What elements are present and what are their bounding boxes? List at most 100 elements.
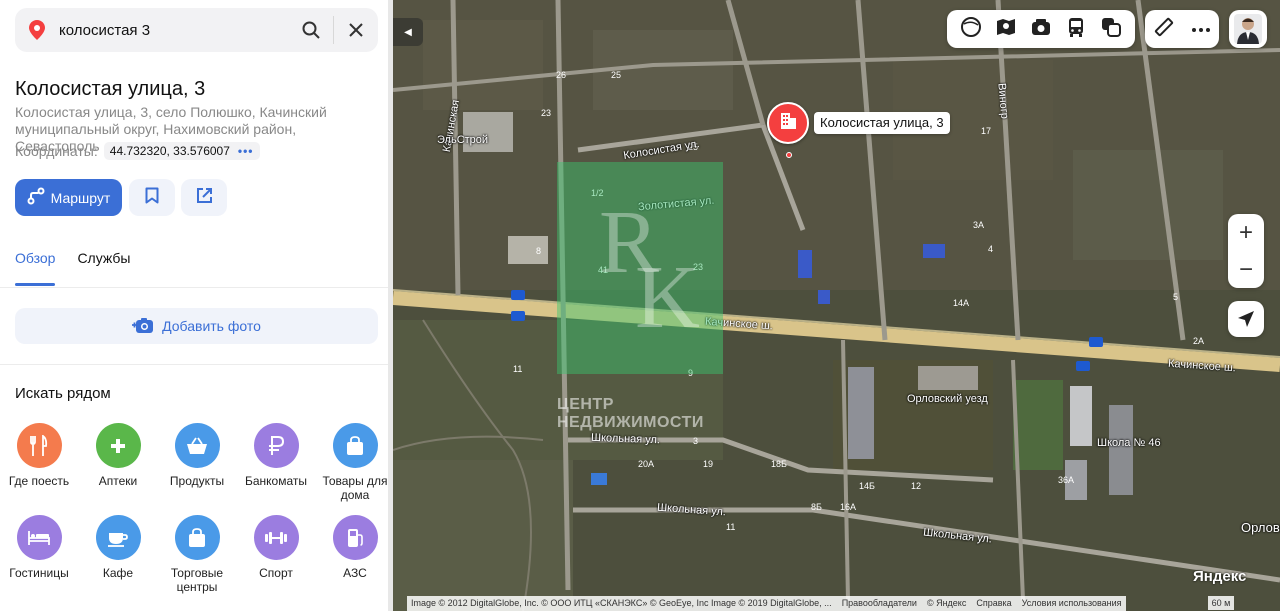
svg-text:23: 23 [541, 108, 551, 118]
place-marker[interactable] [767, 102, 809, 144]
fork-knife-icon [16, 423, 62, 468]
collapse-panel-button[interactable]: ◀ [393, 18, 423, 46]
route-button[interactable]: Маршрут [15, 179, 122, 216]
svg-text:5: 5 [1173, 292, 1178, 302]
marker-point [786, 152, 792, 158]
share-button[interactable] [181, 179, 227, 216]
my-location-button[interactable] [1228, 301, 1264, 337]
nearby-category-label: Торговые центры [170, 566, 224, 594]
terms-link[interactable]: Условия использования [1022, 596, 1122, 611]
svg-text:19: 19 [703, 459, 713, 469]
search-icon[interactable] [289, 8, 333, 52]
svg-text:36А: 36А [1058, 475, 1074, 485]
imagery-credit: Image © 2012 DigitalGlobe, Inc. © ООО ИТ… [411, 598, 832, 608]
nearby-category-label: Гостиницы [9, 566, 69, 580]
map-view[interactable]: 26 25 23 25 17 11 9 8 1/2 41 23 14А 3 20А 19 18Б 14… [393, 0, 1280, 611]
svg-text:17: 17 [981, 126, 991, 136]
nearby-category-label: Спорт [259, 566, 293, 580]
coordinates-value: 44.732320, 33.576007 [109, 144, 230, 158]
satellite-map-icon[interactable] [995, 16, 1017, 43]
search-box[interactable]: колосистая 3 [15, 8, 378, 52]
nearby-category-home-goods[interactable]: Товары для дома [317, 423, 393, 502]
place-label: Орловк [1241, 520, 1280, 535]
nearby-category-groceries[interactable]: Продукты [159, 423, 235, 488]
scale-bar: 60 м [1208, 596, 1234, 610]
svg-text:26: 26 [556, 70, 566, 80]
svg-text:16А: 16А [840, 502, 856, 512]
svg-text:11: 11 [513, 364, 522, 374]
chevron-left-icon: ◀ [404, 26, 412, 38]
svg-text:11: 11 [726, 522, 735, 532]
more-dots-icon[interactable] [1191, 20, 1211, 38]
nearby-category-sport[interactable]: Спорт [238, 515, 314, 580]
yandex-logo: Яндекс [1193, 568, 1247, 585]
svg-text:14Б: 14Б [859, 481, 875, 491]
pharmacy-cross-icon [95, 423, 141, 468]
tab-services[interactable]: Службы [77, 250, 130, 274]
bed-icon [16, 515, 62, 560]
nearby-category-atm[interactable]: Банкоматы [238, 423, 314, 488]
map-layers-bar [947, 10, 1135, 48]
tab-overview[interactable]: Обзор [15, 250, 56, 286]
help-link[interactable]: Справка [976, 596, 1011, 611]
svg-text:8: 8 [536, 246, 541, 256]
coordinates-row: Координаты: 44.732320, 33.576007 ••• [15, 142, 260, 160]
close-icon[interactable] [334, 8, 378, 52]
zoom-control: + − [1228, 214, 1264, 288]
satellite-imagery: 26 2523 251711 981/2 41 2314А 320А 19 18Б14… [393, 0, 1280, 611]
dumbbell-icon [253, 515, 299, 560]
nearby-title: Искать рядом [15, 385, 111, 402]
place-title: Колосистая улица, 3 [15, 78, 206, 100]
svg-text:18Б: 18Б [771, 459, 787, 469]
coordinates-chip[interactable]: 44.732320, 33.576007 ••• [103, 142, 260, 160]
nearby-category-hotels[interactable]: Гостиницы [1, 515, 77, 580]
nearby-category-pharmacy[interactable]: Аптеки [80, 423, 156, 488]
nearby-category-label: Банкоматы [244, 474, 307, 488]
svg-text:K: K [635, 248, 700, 347]
yandex-copyright: © Яндекс [926, 598, 967, 608]
coordinates-label: Координаты: [15, 143, 98, 159]
zoom-out-button[interactable]: − [1239, 256, 1253, 284]
watermark-text: ЦЕНТР НЕДВИЖИМОСТИ [557, 396, 704, 431]
bookmark-button[interactable] [129, 179, 175, 216]
bookmark-icon [145, 187, 159, 209]
building-icon [778, 111, 798, 136]
poi-elstroy[interactable]: ЭльСтрой [437, 134, 488, 146]
traffic-icon[interactable] [1100, 16, 1122, 43]
ruble-icon [253, 423, 299, 468]
route-icon [27, 187, 45, 208]
map-layers-icon[interactable] [960, 16, 982, 43]
shopping-bag-icon [332, 423, 378, 468]
user-avatar[interactable] [1229, 10, 1267, 48]
navigation-arrow-icon [1238, 311, 1254, 327]
svg-text:4: 4 [988, 244, 993, 254]
nearby-category-malls[interactable]: Торговые центры [159, 515, 235, 594]
svg-text:20А: 20А [638, 459, 654, 469]
coordinates-more-icon[interactable]: ••• [238, 144, 254, 158]
nearby-category-label: Продукты [169, 474, 225, 488]
poi-school[interactable]: Школа № 46 [1097, 437, 1161, 449]
avatar-icon [1234, 14, 1262, 44]
share-icon [196, 187, 213, 209]
nearby-category-food[interactable]: Где поесть [1, 423, 77, 488]
nearby-category-cafe[interactable]: Кафе [80, 515, 156, 580]
rightsholders-link[interactable]: Правообладатели [842, 596, 917, 611]
svg-text:12: 12 [911, 481, 921, 491]
tabs-divider [0, 287, 388, 288]
nearby-category-label: Товары для дома [322, 474, 388, 502]
transit-bus-icon[interactable] [1065, 16, 1087, 43]
marker-label[interactable]: Колосистая улица, 3 [814, 112, 950, 134]
poi-orlovsky[interactable]: Орловский уезд [907, 393, 988, 405]
ruler-icon[interactable] [1154, 17, 1174, 42]
section-divider [0, 364, 388, 365]
street-label: Школьная ул. [590, 431, 661, 447]
zoom-in-button[interactable]: + [1239, 219, 1253, 247]
attribution-bar: Image © 2012 DigitalGlobe, Inc. © ООО ИТ… [407, 596, 1126, 611]
search-input[interactable]: колосистая 3 [59, 22, 289, 39]
panorama-camera-icon[interactable] [1030, 16, 1052, 43]
svg-text:2А: 2А [1193, 336, 1204, 346]
nearby-category-gas-station[interactable]: АЗС [317, 515, 393, 580]
location-pin-icon [15, 20, 59, 40]
add-photo-button[interactable]: Добавить фото [15, 308, 378, 344]
svg-text:3А: 3А [973, 220, 984, 230]
